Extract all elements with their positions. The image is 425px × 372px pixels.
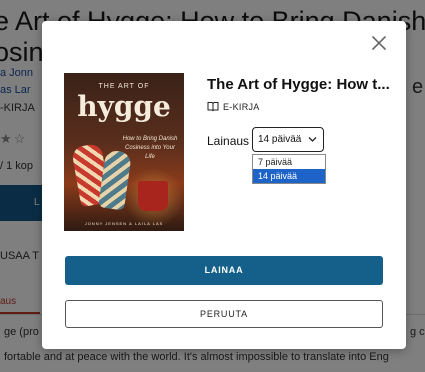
borrow-button[interactable]: LAINAA <box>65 256 383 285</box>
loan-period-select[interactable]: 14 päivää <box>252 127 324 152</box>
cover-author: JONNY JENSEN & LAILA LAS <box>84 221 164 226</box>
loan-period-label: Lainaus <box>207 134 250 148</box>
loan-option-7-days[interactable]: 7 päivää <box>253 155 325 169</box>
book-icon <box>207 101 219 112</box>
loan-period-value: 14 päivää <box>258 134 302 145</box>
book-cover: THE ART OF hygge How to Bring Danish Cos… <box>64 73 184 231</box>
cover-title: hygge <box>77 90 171 123</box>
cover-subtitle: How to Bring Danish Cosiness into Your L… <box>122 136 178 160</box>
cover-mug <box>138 181 168 211</box>
cover-top-text: THE ART OF <box>98 83 150 90</box>
loan-period-dropdown: 7 päivää 14 päivää <box>252 154 326 184</box>
chevron-down-icon <box>308 136 317 143</box>
close-icon[interactable] <box>370 34 388 52</box>
book-title: The Art of Hygge: How t... <box>207 76 390 93</box>
borrow-dialog: THE ART OF hygge How to Bring Danish Cos… <box>42 21 406 349</box>
loan-option-14-days[interactable]: 14 päivää <box>253 169 325 183</box>
format-label: E-KIRJA <box>223 101 260 112</box>
cancel-button[interactable]: PERUUTA <box>65 300 383 328</box>
format-row: E-KIRJA <box>207 101 260 112</box>
